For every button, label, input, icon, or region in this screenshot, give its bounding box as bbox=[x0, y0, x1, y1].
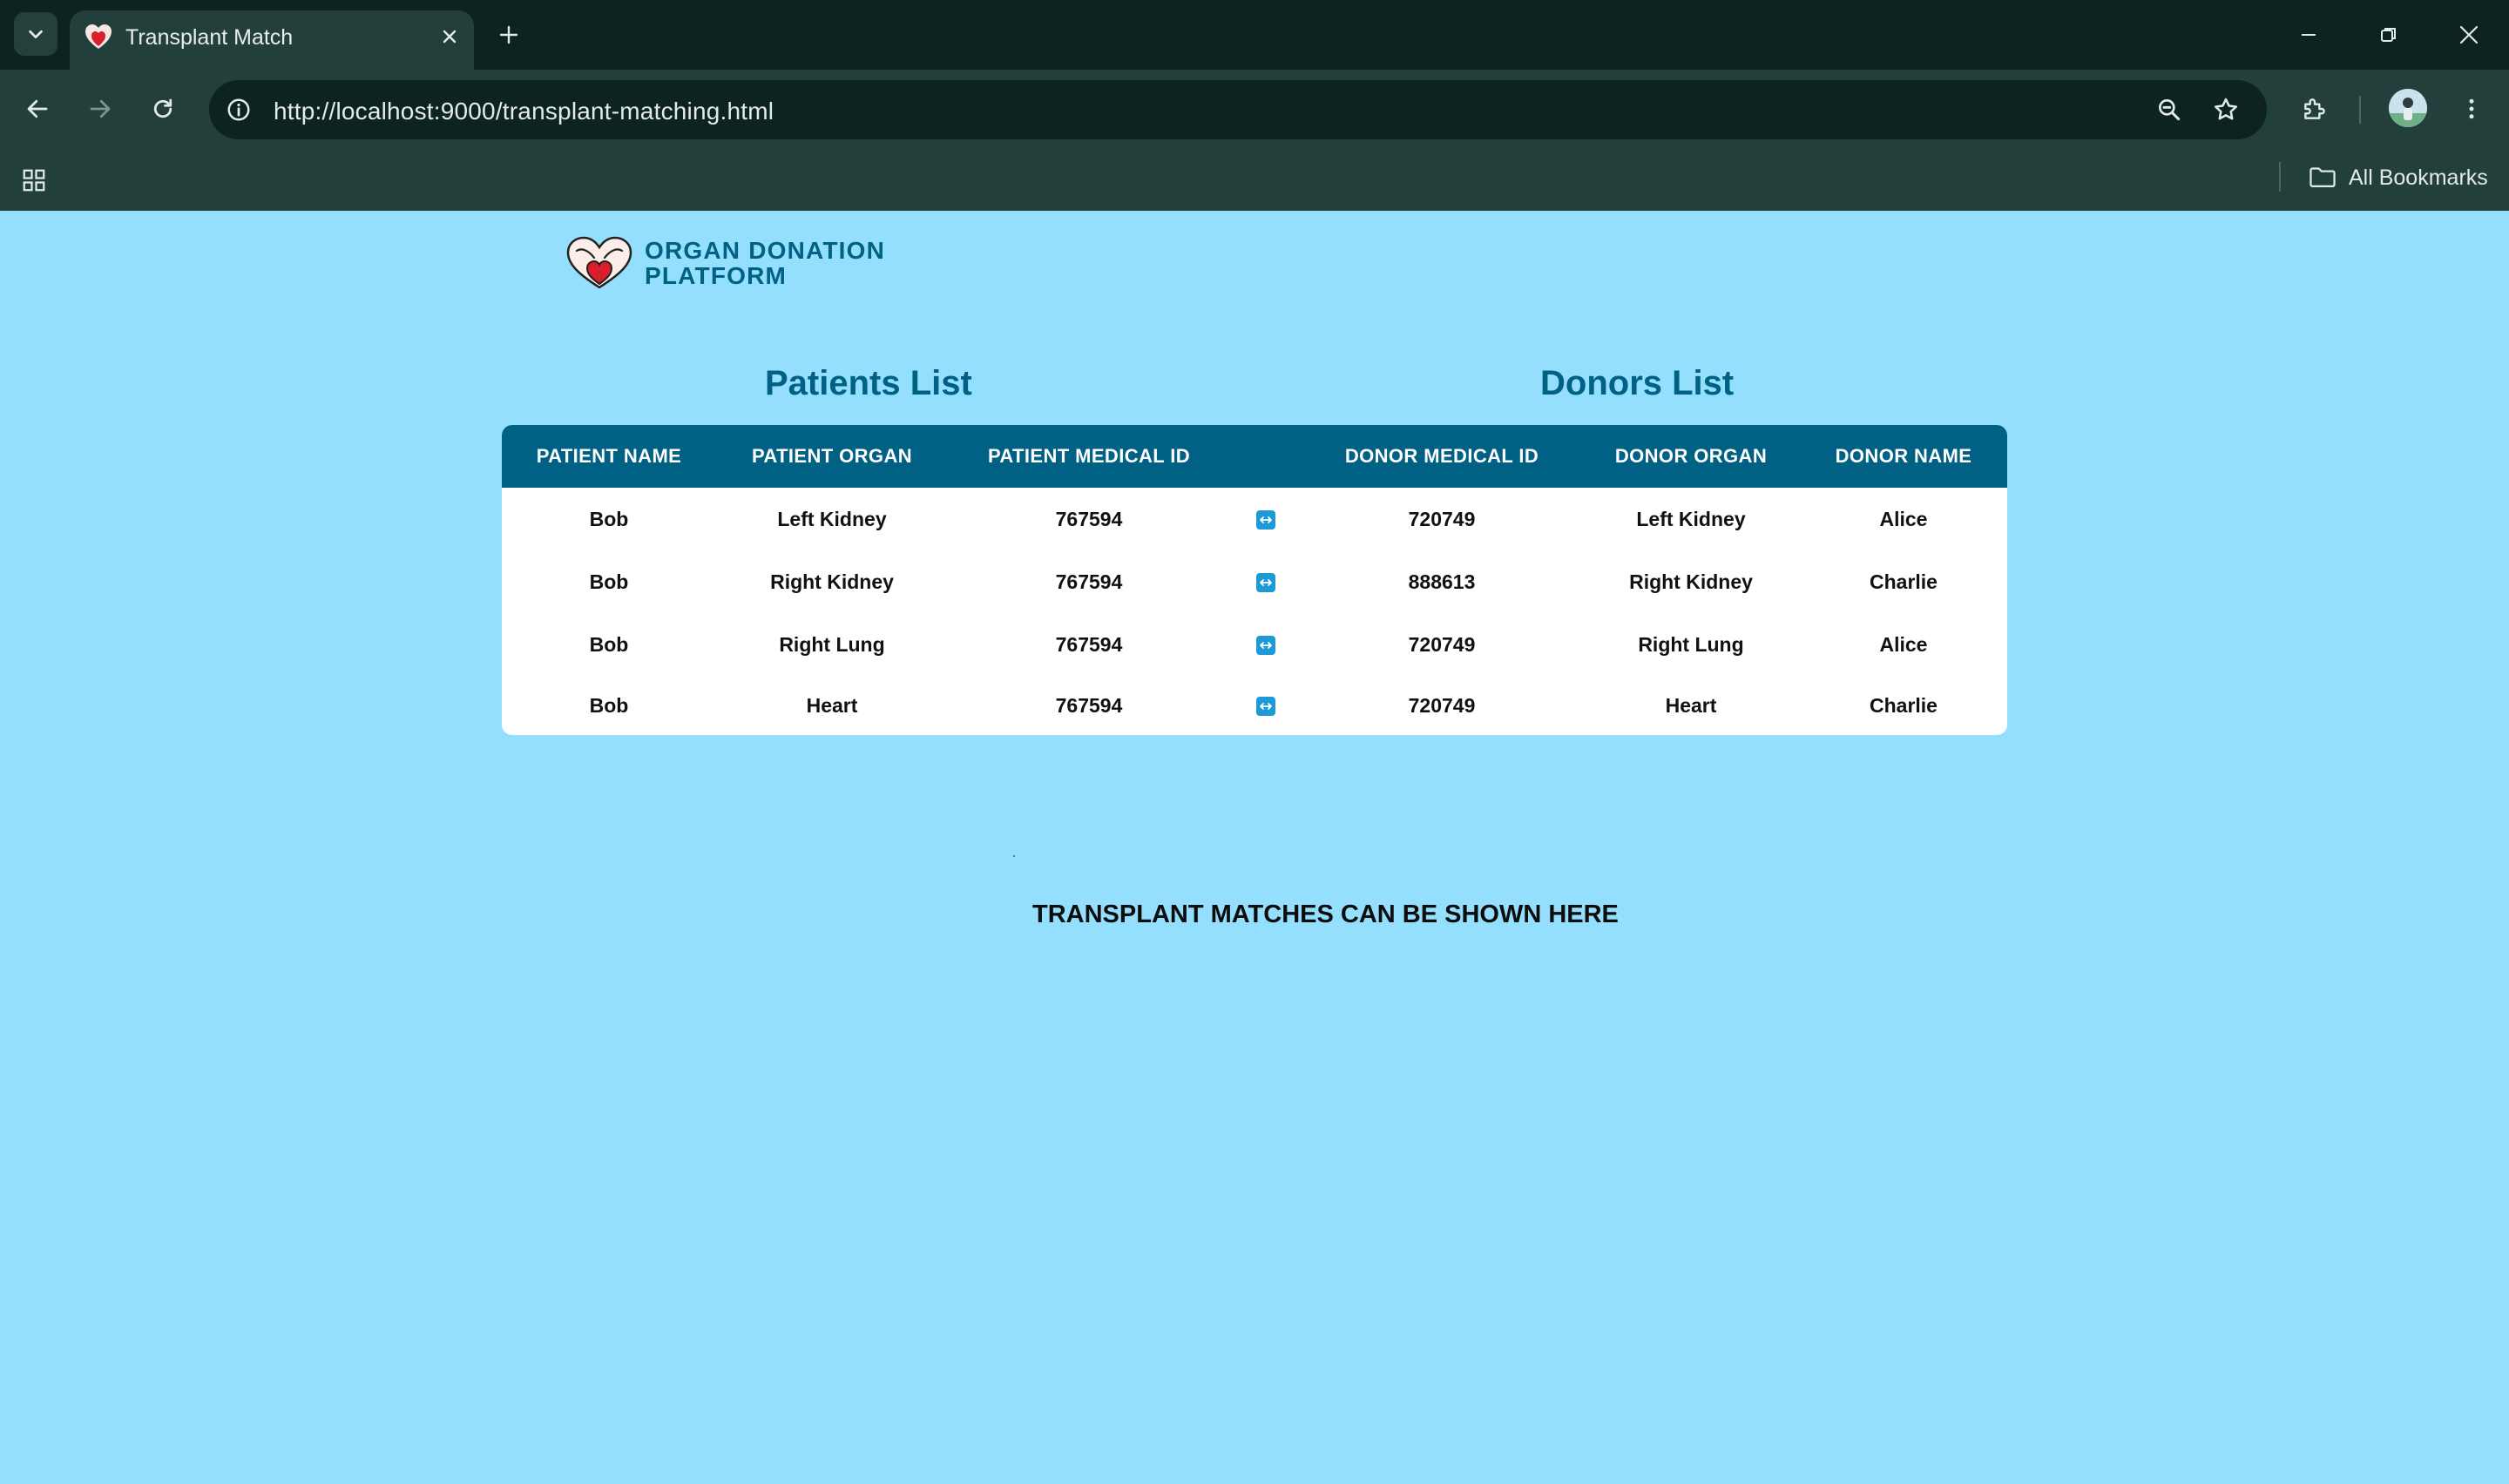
plus-icon bbox=[499, 25, 518, 44]
minimize-button[interactable] bbox=[2284, 12, 2333, 57]
arrow-left-icon bbox=[27, 99, 48, 118]
chevron-down-icon bbox=[29, 30, 43, 39]
close-window-button[interactable] bbox=[2445, 12, 2493, 57]
restore-icon bbox=[2381, 28, 2396, 42]
table-row: Bob Right Kidney 767594 888613 Right Kid… bbox=[502, 550, 2007, 613]
toolbar-divider bbox=[2359, 96, 2361, 124]
cell-donor-medical-id: 720749 bbox=[1408, 693, 1476, 717]
logo-line-1: ORGAN DONATION bbox=[645, 237, 886, 264]
table-row: Bob Left Kidney 767594 720749 Left Kidne… bbox=[502, 488, 2007, 550]
heart-hands-favicon-icon bbox=[85, 24, 112, 49]
cell-patient-name: Bob bbox=[589, 693, 629, 717]
header-patient-medical-id: PATIENT MEDICAL ID bbox=[987, 445, 1191, 467]
cell-patient-medical-id: 767594 bbox=[1055, 507, 1123, 530]
browser-tab-strip: Transplant Match bbox=[0, 0, 2509, 70]
restore-button[interactable] bbox=[2364, 12, 2413, 57]
heart-hands-logo-icon bbox=[566, 236, 632, 289]
cell-link bbox=[1230, 550, 1302, 613]
header-link bbox=[1230, 425, 1302, 488]
profile-avatar-icon bbox=[2389, 89, 2427, 127]
minimize-icon bbox=[2302, 34, 2316, 36]
cell-donor-organ: Right Lung bbox=[1638, 632, 1744, 656]
active-tab[interactable]: Transplant Match bbox=[70, 10, 474, 70]
tab-close-button[interactable] bbox=[436, 23, 463, 51]
apps-grid-icon[interactable] bbox=[12, 159, 56, 202]
cell-patient-organ: Right Kidney bbox=[770, 570, 894, 593]
patients-donors-table: PATIENT NAME PATIENT ORGAN PATIENT MEDIC… bbox=[502, 425, 2007, 735]
close-icon bbox=[2459, 25, 2479, 44]
close-icon bbox=[443, 30, 456, 44]
menu-kebab-icon[interactable] bbox=[2450, 87, 2493, 131]
cell-patient-name: Bob bbox=[589, 570, 629, 593]
table-header-row: PATIENT NAME PATIENT ORGAN PATIENT MEDIC… bbox=[502, 425, 2007, 488]
cell-link bbox=[1230, 676, 1302, 735]
url-text[interactable]: http://localhost:9000/transplant-matchin… bbox=[274, 98, 774, 125]
forward-button[interactable] bbox=[78, 87, 122, 131]
header-donor-organ: DONOR ORGAN bbox=[1614, 445, 1768, 467]
cell-donor-medical-id: 888613 bbox=[1408, 570, 1476, 593]
cell-donor-medical-id: 720749 bbox=[1408, 507, 1476, 530]
swap-arrows-icon[interactable] bbox=[1256, 573, 1275, 593]
new-tab-button[interactable] bbox=[490, 16, 528, 54]
arrow-right-icon bbox=[90, 99, 111, 118]
logo-text: ORGAN DONATION PLATFORM bbox=[645, 238, 885, 288]
back-button[interactable] bbox=[16, 87, 59, 131]
reload-icon bbox=[153, 98, 172, 118]
bookmarks-divider bbox=[2279, 162, 2281, 192]
cell-donor-name: Charlie bbox=[1870, 570, 1938, 593]
cell-patient-organ: Heart bbox=[806, 693, 858, 717]
header-patient-organ: PATIENT ORGAN bbox=[751, 445, 913, 467]
patients-list-title: Patients List bbox=[765, 364, 972, 402]
cell-donor-organ: Left Kidney bbox=[1636, 507, 1746, 530]
cell-patient-medical-id: 767594 bbox=[1055, 632, 1123, 656]
reload-button[interactable] bbox=[141, 87, 185, 131]
bookmark-star-icon[interactable] bbox=[2208, 92, 2243, 127]
address-bar[interactable]: http://localhost:9000/transplant-matchin… bbox=[209, 80, 2267, 139]
profile-avatar[interactable] bbox=[2389, 89, 2427, 127]
logo-line-2: PLATFORM bbox=[645, 262, 788, 289]
zoom-icon[interactable] bbox=[2152, 92, 2187, 127]
cell-patient-medical-id: 767594 bbox=[1055, 570, 1123, 593]
cell-patient-organ: Right Lung bbox=[779, 632, 885, 656]
cell-donor-name: Charlie bbox=[1870, 693, 1938, 717]
browser-toolbar: http://localhost:9000/transplant-matchin… bbox=[0, 70, 2509, 148]
all-bookmarks-label: All Bookmarks bbox=[2349, 165, 2488, 190]
bookmarks-bar: All Bookmarks bbox=[0, 148, 2509, 211]
cell-patient-name: Bob bbox=[589, 507, 629, 530]
matches-placeholder-text: TRANSPLANT MATCHES CAN BE SHOWN HERE bbox=[1032, 901, 1619, 928]
tab-search-button[interactable] bbox=[14, 12, 57, 56]
decorative-dot bbox=[1013, 855, 1015, 857]
header-donor-medical-id: DONOR MEDICAL ID bbox=[1344, 445, 1539, 467]
cell-patient-name: Bob bbox=[589, 632, 629, 656]
all-bookmarks-button[interactable]: All Bookmarks bbox=[2309, 159, 2488, 197]
extensions-puzzle-icon[interactable] bbox=[2293, 87, 2337, 131]
site-logo[interactable]: ORGAN DONATION PLATFORM bbox=[565, 235, 885, 291]
swap-arrows-icon[interactable] bbox=[1256, 697, 1275, 717]
cell-donor-organ: Right Kidney bbox=[1629, 570, 1753, 593]
header-donor-name: DONOR NAME bbox=[1835, 445, 1972, 467]
table-row: Bob Right Lung 767594 720749 Right Lung … bbox=[502, 613, 2007, 676]
cell-donor-name: Alice bbox=[1879, 632, 1928, 656]
donors-list-title: Donors List bbox=[1540, 364, 1735, 402]
cell-donor-name: Alice bbox=[1879, 507, 1928, 530]
cell-donor-organ: Heart bbox=[1665, 693, 1717, 717]
cell-patient-medical-id: 767594 bbox=[1055, 693, 1123, 717]
site-info-icon[interactable] bbox=[221, 92, 256, 127]
table-body: Bob Left Kidney 767594 720749 Left Kidne… bbox=[502, 488, 2007, 735]
folder-icon bbox=[2309, 167, 2336, 187]
table-row: Bob Heart 767594 720749 Heart Charlie bbox=[502, 676, 2007, 735]
cell-link bbox=[1230, 613, 1302, 676]
swap-arrows-icon[interactable] bbox=[1256, 636, 1275, 656]
tab-title: Transplant Match bbox=[125, 25, 294, 50]
cell-patient-organ: Left Kidney bbox=[777, 507, 887, 530]
cell-link bbox=[1230, 488, 1302, 550]
swap-arrows-icon[interactable] bbox=[1256, 510, 1275, 530]
header-patient-name: PATIENT NAME bbox=[536, 445, 682, 467]
cell-donor-medical-id: 720749 bbox=[1408, 632, 1476, 656]
